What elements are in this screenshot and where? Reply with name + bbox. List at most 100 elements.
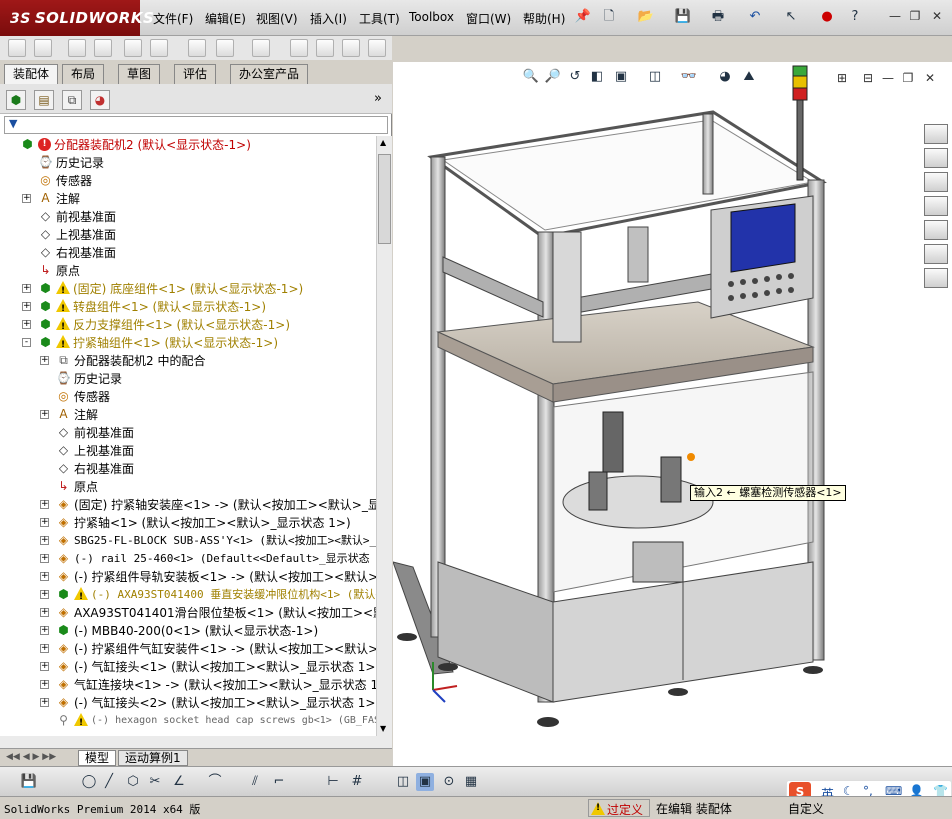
tab-office-products[interactable]: 办公室产品 (230, 64, 309, 84)
restore-icon[interactable]: ❐ (906, 8, 924, 24)
tree-item[interactable]: + ◈ 拧紧轴<1> (默认<按加工><默认>_显示状态 1>) (0, 514, 376, 532)
edit-appearance-icon[interactable]: ◕ (716, 68, 734, 86)
select-cursor-icon[interactable]: ↖ (782, 8, 800, 26)
tree-item[interactable]: + ◈ (-) 气缸接头<2> (默认<按加工><默认>_显示状态 1>) (0, 694, 376, 712)
grid-icon[interactable]: # (348, 773, 366, 791)
minimize-icon[interactable]: — (886, 8, 904, 24)
table-icon[interactable]: ▦ (462, 773, 480, 791)
viewport-close-icon[interactable]: ✕ (921, 70, 939, 86)
expand-icon[interactable]: + (40, 608, 49, 617)
polygon-icon[interactable]: ⬡ (124, 773, 142, 791)
explode-line-icon[interactable] (368, 39, 386, 57)
pin-icon[interactable]: 📌 (574, 8, 592, 26)
tree-item[interactable]: ◇ 右视基准面 (0, 460, 376, 478)
expand-icon[interactable]: + (40, 554, 49, 563)
tree-item[interactable]: + ⬢ (-) MBB40-200(0<1> (默认<显示状态-1>) (0, 622, 376, 640)
help-question-icon[interactable]: ? (846, 8, 864, 26)
tree-item[interactable]: + ◈ AXA93ST041401滑台限位垫板<1> (默认<按加工><默认>_显 (0, 604, 376, 622)
menu-toolbox[interactable]: Toolbox (409, 10, 454, 24)
tree-item[interactable]: + ◈ 气缸连接块<1> -> (默认<按加工><默认>_显示状态 1>) (0, 676, 376, 694)
tree-item[interactable]: ◎ 传感器 (0, 388, 376, 406)
filter-bar[interactable]: ▼ (4, 116, 388, 134)
tab-evaluate[interactable]: 评估 (174, 64, 217, 84)
viewport-restore-icon[interactable]: ❐ (899, 70, 917, 86)
scroll-down-icon[interactable]: ▼ (380, 724, 386, 733)
viewport-minimize-icon[interactable]: — (879, 70, 897, 86)
camera-icon[interactable]: ⊙ (440, 773, 458, 791)
tree-item[interactable]: + A 注解 (0, 190, 376, 208)
tab-motion-study[interactable]: 运动算例1 (118, 750, 188, 766)
circle-icon[interactable]: ◯ (80, 773, 98, 791)
expand-icon[interactable]: + (22, 302, 31, 311)
expand-icon[interactable]: + (40, 680, 49, 689)
save-icon[interactable]: 💾 (674, 8, 692, 26)
appearances-icon[interactable] (924, 244, 948, 264)
tree-item[interactable]: ◇ 前视基准面 (0, 208, 376, 226)
feature-manager-tab-icon[interactable]: ⬢ (6, 90, 26, 110)
trim-icon[interactable]: ✂ (146, 773, 164, 791)
filter-icon[interactable]: ▼ (9, 117, 17, 130)
line-icon[interactable]: ╱ (100, 773, 118, 791)
tree-item[interactable]: ↳ 原点 (0, 478, 376, 496)
close-icon[interactable]: ✕ (928, 8, 946, 24)
tree-item[interactable]: ◇ 上视基准面 (0, 442, 376, 460)
viewport-split-icon[interactable]: ⊞ (833, 70, 851, 86)
tree-item[interactable]: ◎ 传感器 (0, 172, 376, 190)
tree-item[interactable]: + ◈ (固定) 拧紧轴安装座<1> -> (默认<按加工><默认>_显示状 (0, 496, 376, 514)
tree-item[interactable]: ◇ 右视基准面 (0, 244, 376, 262)
tab-sketch[interactable]: 草图 (118, 64, 161, 84)
expand-icon[interactable]: + (40, 518, 49, 527)
expand-icon[interactable]: + (22, 194, 31, 203)
open-folder-icon[interactable]: 📂 (637, 8, 655, 26)
menu-tools[interactable]: 工具(T) (359, 10, 400, 27)
tree-item[interactable]: + ⬢ (-) AXA93ST041400 垂直安装缓冲限位机构<1> (默认<显 (0, 586, 376, 606)
expand-icon[interactable]: + (40, 698, 49, 707)
exploded-view-icon[interactable] (342, 39, 360, 57)
tree-horizontal-scrollbar[interactable] (0, 736, 392, 748)
folder-icon[interactable] (924, 196, 948, 216)
tree-item[interactable]: + ◈ (-) 气缸接头<1> (默认<按加工><默认>_显示状态 1>) (0, 658, 376, 676)
file-explorer-icon[interactable] (924, 172, 948, 192)
insert-component-icon[interactable] (34, 39, 52, 57)
expand-icon[interactable]: + (40, 500, 49, 509)
tree-item[interactable]: ↳ 原点 (0, 262, 376, 280)
new-motion-study-icon[interactable] (290, 39, 308, 57)
configuration-manager-tab-icon[interactable]: ⧉ (62, 90, 82, 110)
offset-icon[interactable]: ⌒ (206, 773, 224, 791)
solidworks-resources-icon[interactable] (924, 124, 948, 144)
smart-fasteners-icon[interactable] (124, 39, 142, 57)
tree-item[interactable]: + ⧉ 分配器装配机2 中的配合 (0, 352, 376, 370)
tab-nav-arrows-icon[interactable]: ◀◀ ◀ ▶ ▶▶ (6, 752, 56, 762)
cube-icon[interactable]: ◫ (394, 773, 412, 791)
shaded-cube-icon[interactable]: ▣ (416, 773, 434, 791)
expand-icon[interactable]: + (40, 572, 49, 581)
tree-item[interactable]: ◇ 上视基准面 (0, 226, 376, 244)
mate-icon[interactable] (68, 39, 86, 57)
expand-icon[interactable]: + (22, 320, 31, 329)
print-icon[interactable]: 🖶 (709, 8, 727, 26)
expand-icon[interactable]: + (22, 284, 31, 293)
tree-item[interactable]: + ◈ (-) 拧紧组件气缸安装件<1> -> (默认<按加工><默认>_显 (0, 640, 376, 658)
design-library-icon[interactable] (924, 148, 948, 168)
tree-item[interactable]: + ⬢ (固定) 底座组件<1> (默认<显示状态-1>) (0, 280, 376, 300)
zoom-area-icon[interactable]: 🔎 (544, 68, 562, 86)
rebuild-icon[interactable]: ● (818, 8, 836, 26)
mirror-icon[interactable]: ⫽ (246, 773, 264, 791)
move-component-icon[interactable] (150, 39, 168, 57)
angle-icon[interactable]: ∠ (170, 773, 188, 791)
tree-item[interactable]: ⬢! 分配器装配机2 (默认<显示状态-1>) (0, 136, 376, 154)
reference-geometry-icon[interactable] (252, 39, 270, 57)
corner-icon[interactable]: ⌐ (270, 773, 288, 791)
expand-icon[interactable]: + (40, 662, 49, 671)
tree-item[interactable]: + ⬢ 反力支撑组件<1> (默认<显示状态-1>) (0, 316, 376, 336)
viewport-tile-icon[interactable]: ⊟ (859, 70, 877, 86)
tree-item[interactable]: ◇ 前视基准面 (0, 424, 376, 442)
tab-model[interactable]: 模型 (78, 750, 117, 766)
property-manager-tab-icon[interactable]: ▤ (34, 90, 54, 110)
overdefined-indicator[interactable]: 过定义 (588, 799, 650, 817)
tree-item[interactable]: + A 注解 (0, 406, 376, 424)
zoom-to-fit-icon[interactable]: 🔍 (522, 68, 540, 86)
collapse-icon[interactable]: - (22, 338, 31, 347)
linear-pattern-icon[interactable] (94, 39, 112, 57)
new-document-icon[interactable]: 🗋 (600, 8, 618, 26)
